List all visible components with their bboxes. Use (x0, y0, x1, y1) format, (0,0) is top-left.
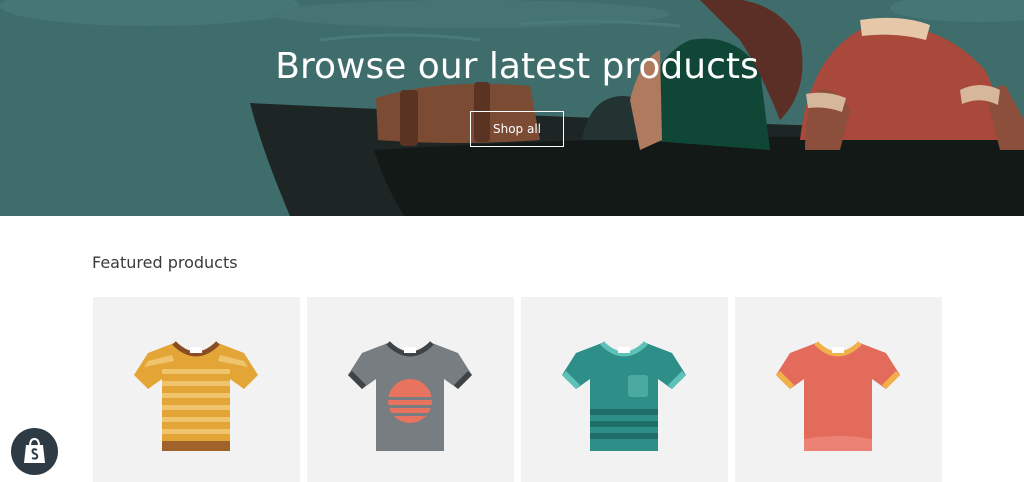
product-card-orange-striped[interactable] (93, 297, 300, 482)
shop-all-button[interactable]: Shop all (470, 111, 564, 147)
product-grid (93, 297, 942, 482)
hero-banner: Browse our latest products Shop all (0, 0, 1024, 216)
gray-sunset-tshirt-icon (348, 341, 472, 451)
coral-tshirt-icon (776, 341, 900, 451)
featured-products-heading: Featured products (92, 253, 238, 272)
hero-title: Browse our latest products (275, 46, 759, 87)
shopify-bag-icon (24, 438, 45, 463)
product-card-gray-sunset[interactable] (307, 297, 514, 482)
product-card-teal-pocket[interactable] (521, 297, 728, 482)
teal-pocket-tshirt-icon (562, 341, 686, 451)
hero-illustration (0, 0, 1024, 216)
shopify-badge[interactable] (11, 428, 58, 475)
orange-striped-tshirt-icon (134, 341, 258, 451)
product-card-coral[interactable] (735, 297, 942, 482)
